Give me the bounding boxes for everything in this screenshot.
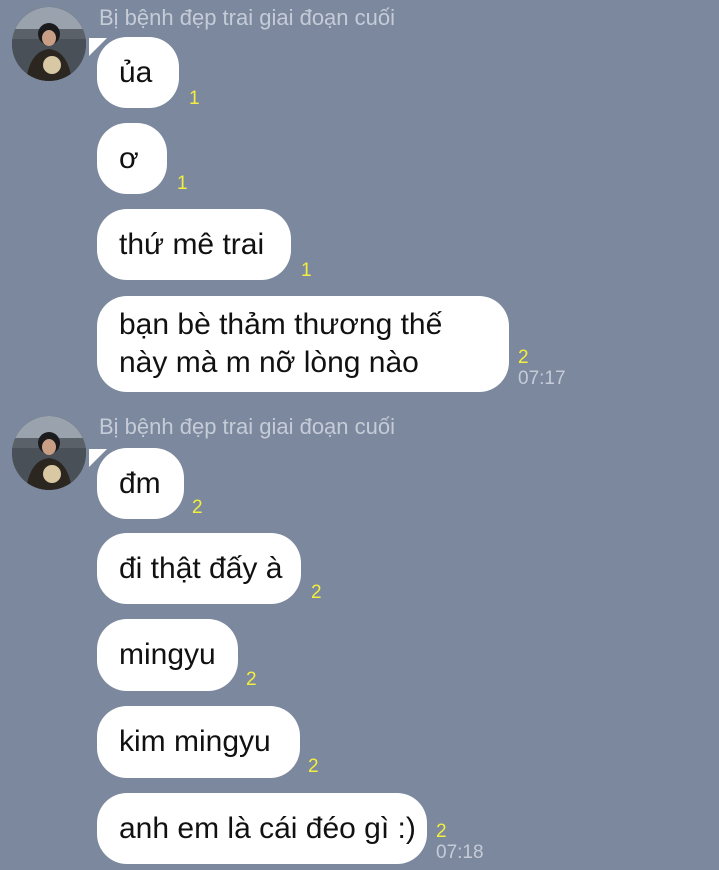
message-meta: 2 [192,497,203,518]
sender-name: Bị bệnh đẹp trai giai đoạn cuối [99,5,395,30]
message-bubble[interactable]: thứ mê trai [97,209,291,280]
sender-name: Bị bệnh đẹp trai giai đoạn cuối [99,414,395,439]
message-meta: 2 07:17 [518,347,566,389]
read-count: 1 [177,173,188,194]
read-count: 1 [189,88,200,109]
sender-avatar[interactable] [12,416,86,490]
read-count: 2 [436,821,447,842]
message-bubble[interactable]: đm [97,448,184,519]
read-count: 2 [308,756,319,777]
read-count: 1 [301,260,312,281]
read-count: 2 [192,497,203,518]
message-bubble[interactable]: anh em là cái đéo gì :) [97,793,427,864]
message-bubble[interactable]: ủa [97,37,179,108]
message-bubble[interactable]: bạn bè thảm thương thế này mà m nỡ lòng … [97,296,509,392]
message-bubble[interactable]: kim mingyu [97,706,300,778]
message-meta: 2 [246,669,257,690]
message-meta: 2 07:18 [436,821,484,863]
message-bubble[interactable]: đi thật đấy à [97,533,301,604]
message-meta: 1 [301,260,312,281]
message-meta: 2 [311,582,322,603]
message-bubble[interactable]: ơ [97,123,167,194]
message-meta: 2 [308,756,319,777]
message-timestamp: 07:17 [518,368,566,389]
read-count: 2 [518,347,529,368]
read-count: 2 [311,582,322,603]
read-count: 2 [246,669,257,690]
message-bubble[interactable]: mingyu [97,619,238,691]
message-timestamp: 07:18 [436,842,484,863]
message-meta: 1 [189,88,200,109]
message-meta: 1 [177,173,188,194]
sender-avatar[interactable] [12,7,86,81]
